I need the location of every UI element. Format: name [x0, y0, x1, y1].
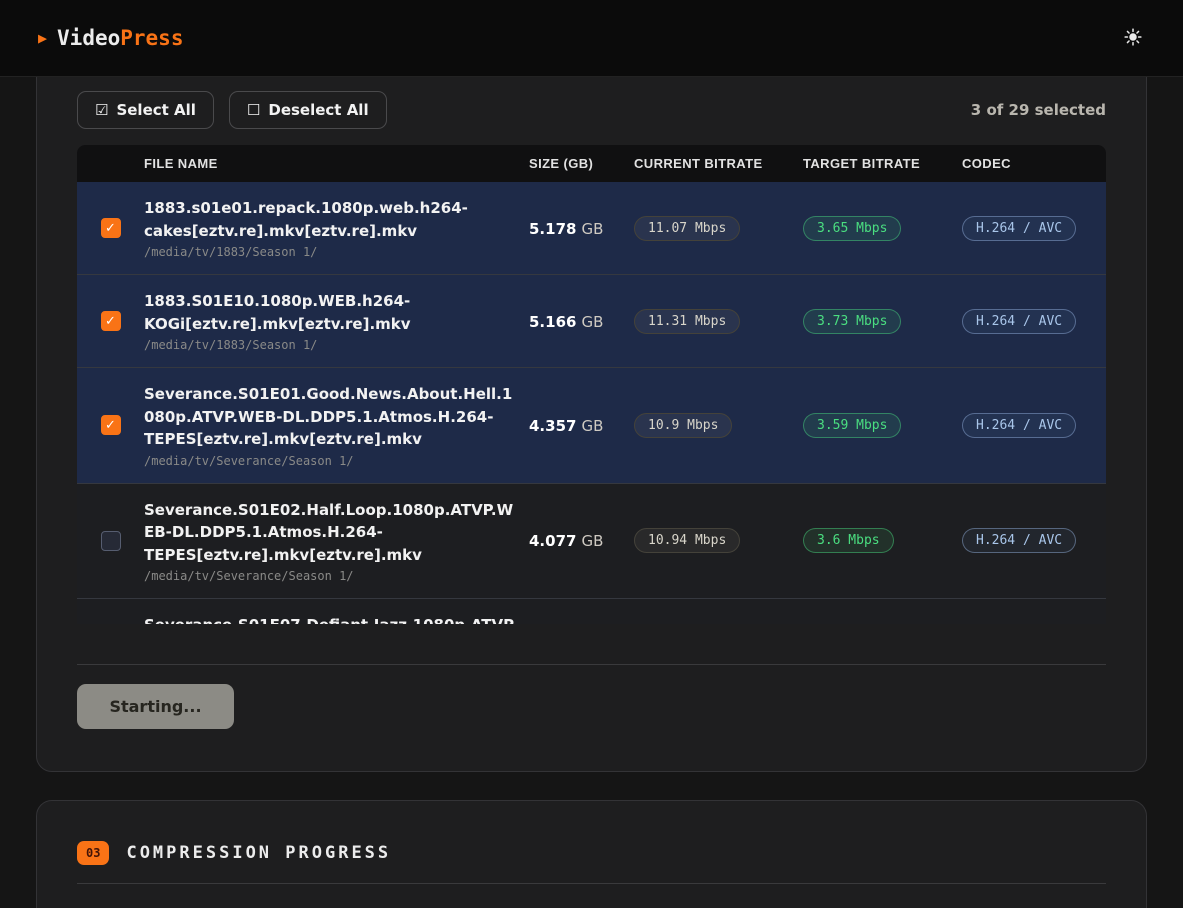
table-row[interactable]: ✓ Severance.S01E01.Good.News.About.Hell.… [77, 367, 1106, 483]
codec-badge: H.264 / AVC [962, 413, 1076, 438]
sun-icon [1124, 28, 1142, 49]
play-triangle-icon: ▶ [38, 29, 47, 47]
size-value: 4.357 [529, 417, 576, 435]
selection-count: 3 of 29 selected [971, 101, 1106, 119]
current-bitrate-badge: 11.31 Mbps [634, 309, 740, 334]
file-size: 4.357 GB [529, 416, 634, 435]
section-divider-line [77, 883, 1106, 884]
file-table-scroll-area[interactable]: FILE NAME SIZE (GB) CURRENT BITRATE TARG… [77, 145, 1106, 624]
deselect-all-label: Deselect All [268, 101, 368, 119]
row-checkbox[interactable]: ✓ [101, 218, 121, 238]
checkbox-checked-icon: ☑ [95, 101, 108, 119]
file-path: /media/tv/1883/Season 1/ [144, 338, 515, 352]
file-path: /media/tv/Severance/Season 1/ [144, 454, 515, 468]
codec-badge: H.264 / AVC [962, 528, 1076, 553]
table-header-row: FILE NAME SIZE (GB) CURRENT BITRATE TARG… [77, 145, 1106, 182]
step-number-badge: 03 [77, 841, 109, 865]
table-row[interactable]: ✓ Severance.S01E02.Half.Loop.1080p.ATVP.… [77, 483, 1106, 599]
size-value: 5.178 [529, 220, 576, 238]
file-name: Severance.S01E07.Defiant.Jazz.1080p.ATVP… [144, 614, 515, 624]
file-size: 5.166 GB [529, 312, 634, 331]
top-bar: ▶ VideoPress [0, 0, 1183, 77]
section-header: 03 COMPRESSION PROGRESS [77, 841, 1106, 865]
current-bitrate-badge: 10.94 Mbps [634, 528, 740, 553]
select-all-button[interactable]: ☑ Select All [77, 91, 214, 129]
section-title: COMPRESSION PROGRESS [126, 843, 391, 863]
column-header-size: SIZE (GB) [529, 156, 634, 171]
codec-badge: H.264 / AVC [962, 309, 1076, 334]
checkbox-empty-icon: ☐ [247, 101, 260, 119]
check-icon: ✓ [105, 314, 116, 329]
start-compression-button[interactable]: Starting... [77, 684, 234, 729]
main-content: ☑ Select All ☐ Deselect All 3 of 29 sele… [0, 47, 1183, 908]
row-checkbox[interactable]: ✓ [101, 311, 121, 331]
row-checkbox[interactable]: ✓ [101, 415, 121, 435]
size-value: 4.077 [529, 532, 576, 550]
column-header-target-bitrate: TARGET BITRATE [803, 156, 962, 171]
file-selection-card: ☑ Select All ☐ Deselect All 3 of 29 sele… [36, 47, 1147, 772]
size-unit: GB [582, 417, 604, 435]
size-unit: GB [582, 532, 604, 550]
row-checkbox[interactable]: ✓ [101, 531, 121, 551]
file-name: 1883.s01e01.repack.1080p.web.h264-cakes[… [144, 197, 515, 242]
check-icon: ✓ [105, 533, 116, 548]
codec-badge: H.264 / AVC [962, 216, 1076, 241]
select-all-label: Select All [116, 101, 195, 119]
file-path: /media/tv/1883/Season 1/ [144, 245, 515, 259]
logo-press-part: Press [120, 26, 183, 50]
logo-video-part: Video [57, 26, 120, 50]
current-bitrate-badge: 10.9 Mbps [634, 413, 732, 438]
target-bitrate-badge: 3.73 Mbps [803, 309, 901, 334]
file-name: Severance.S01E02.Half.Loop.1080p.ATVP.WE… [144, 499, 515, 567]
size-unit: GB [582, 313, 604, 331]
target-bitrate-badge: 3.65 Mbps [803, 216, 901, 241]
compression-progress-card: 03 COMPRESSION PROGRESS [36, 800, 1147, 908]
table-row[interactable]: ✓ 1883.S01E10.1080p.WEB.h264-KOGi[eztv.r… [77, 274, 1106, 367]
check-icon: ✓ [105, 418, 116, 433]
logo-text: VideoPress [57, 26, 183, 50]
target-bitrate-badge: 3.59 Mbps [803, 413, 901, 438]
current-bitrate-badge: 11.07 Mbps [634, 216, 740, 241]
column-header-file-name: FILE NAME [144, 156, 529, 171]
file-path: /media/tv/Severance/Season 1/ [144, 569, 515, 583]
size-value: 5.166 [529, 313, 576, 331]
app-logo: ▶ VideoPress [38, 26, 183, 50]
theme-toggle-button[interactable] [1121, 26, 1145, 50]
table-row[interactable]: ✓ 1883.s01e01.repack.1080p.web.h264-cake… [77, 182, 1106, 274]
table-row[interactable]: ✓ Severance.S01E07.Defiant.Jazz.1080p.AT… [77, 598, 1106, 624]
table-body: ✓ 1883.s01e01.repack.1080p.web.h264-cake… [77, 182, 1106, 624]
column-header-codec: CODEC [962, 156, 1106, 171]
file-size: 5.178 GB [529, 219, 634, 238]
file-name: 1883.S01E10.1080p.WEB.h264-KOGi[eztv.re]… [144, 290, 515, 335]
target-bitrate-badge: 3.6 Mbps [803, 528, 894, 553]
deselect-all-button[interactable]: ☐ Deselect All [229, 91, 387, 129]
column-header-current-bitrate: CURRENT BITRATE [634, 156, 803, 171]
size-unit: GB [582, 220, 604, 238]
divider-line [77, 664, 1106, 665]
file-size: 4.077 GB [529, 531, 634, 550]
file-name: Severance.S01E01.Good.News.About.Hell.10… [144, 383, 515, 451]
check-icon: ✓ [105, 221, 116, 236]
selection-toolbar: ☑ Select All ☐ Deselect All 3 of 29 sele… [77, 91, 1106, 129]
